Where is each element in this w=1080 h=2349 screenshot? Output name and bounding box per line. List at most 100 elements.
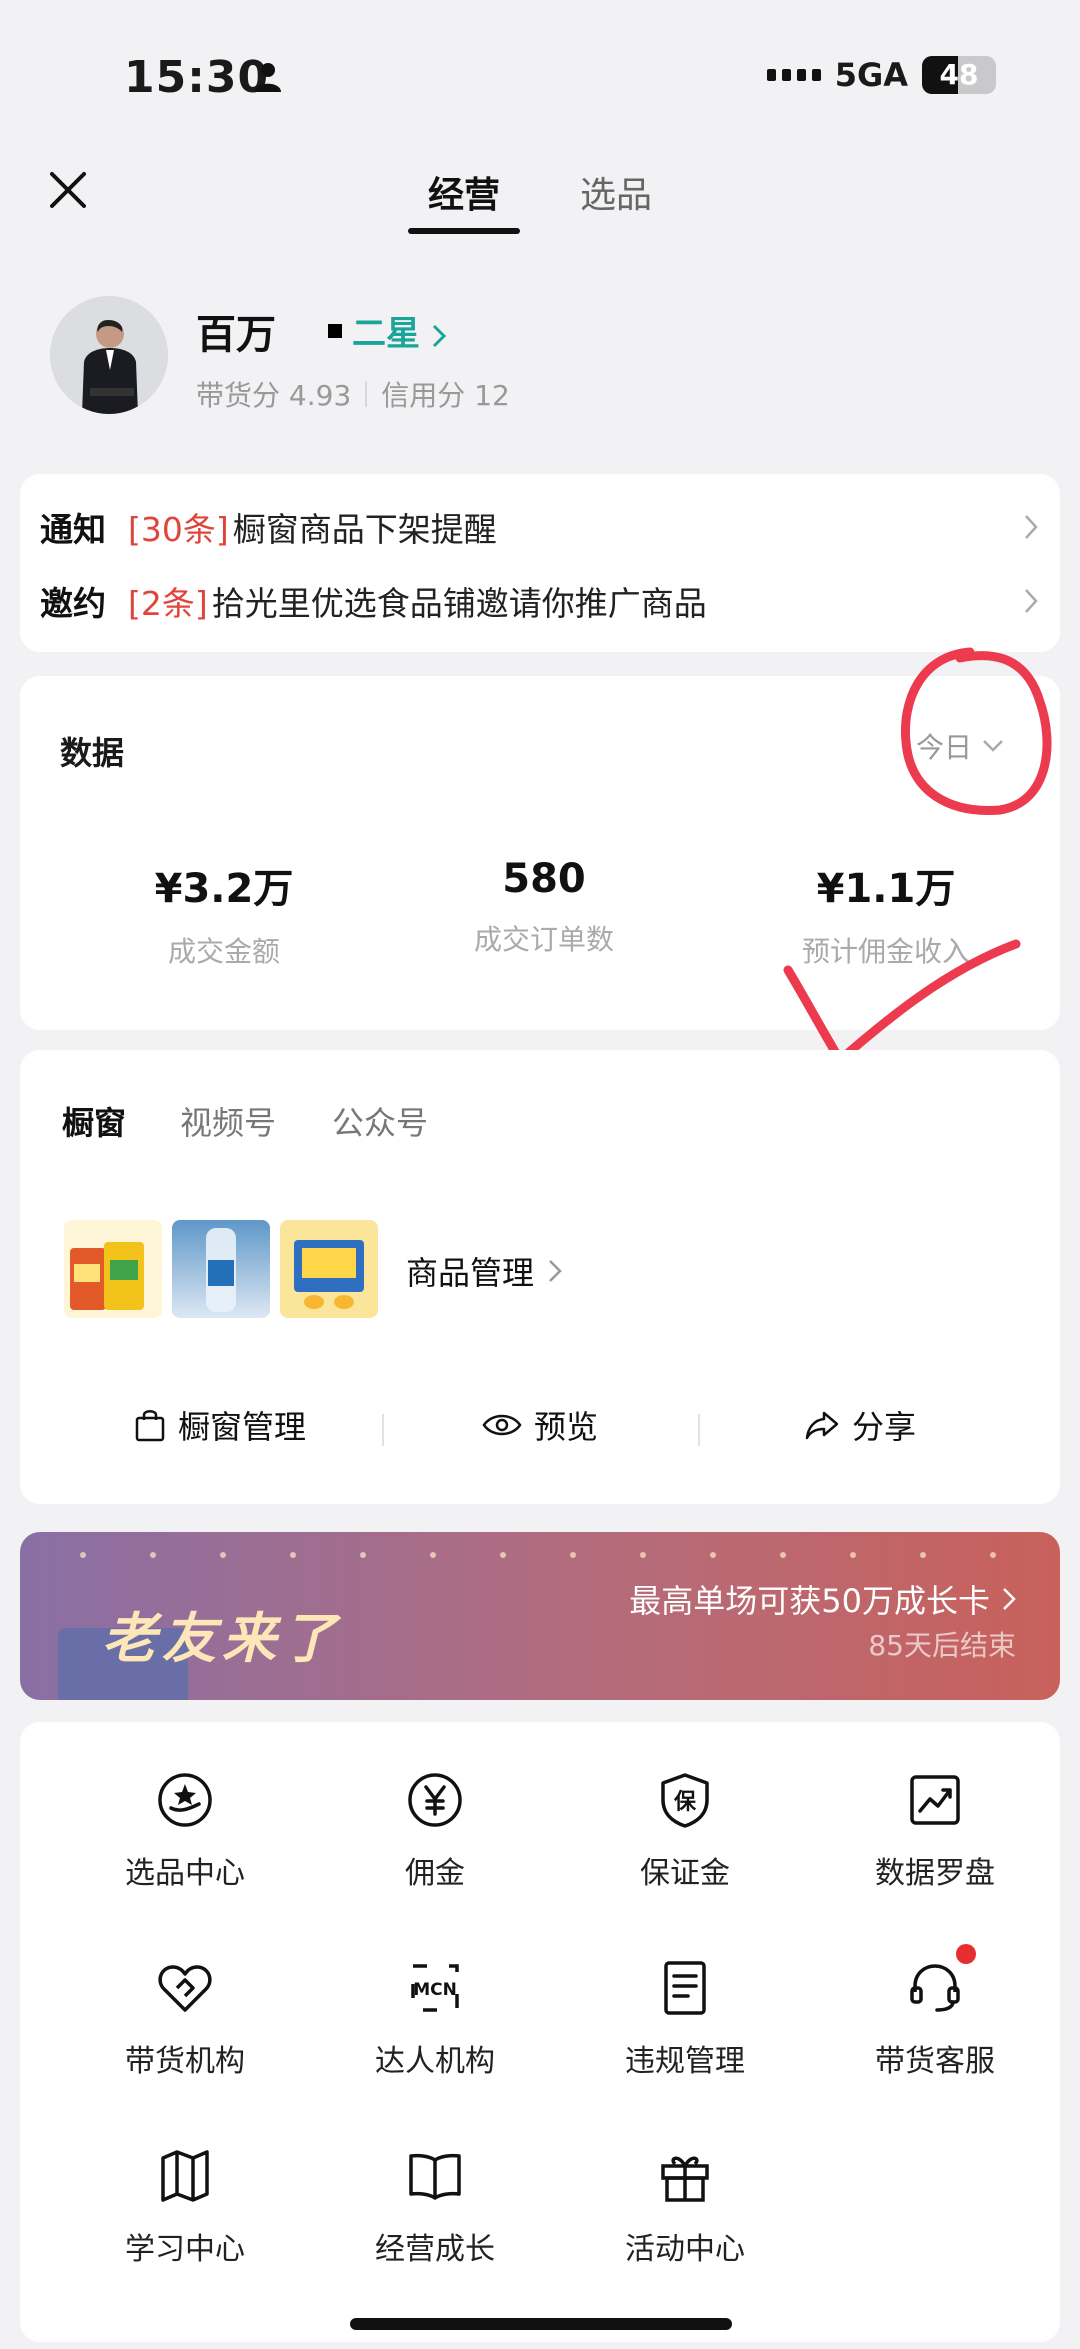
shield-bao-icon: 保 <box>661 1773 709 1828</box>
grid-item-learning-center[interactable]: 学习中心 <box>60 2146 310 2268</box>
notice-count: [2条] <box>128 584 208 623</box>
heart-handshake-icon <box>158 1965 212 2012</box>
share-button[interactable]: 分享 <box>804 1402 916 1448</box>
grid-item-commission[interactable]: 佣金 <box>310 1770 560 1892</box>
grid-item-label: 经营成长 <box>375 2232 495 2267</box>
data-title: 数据 <box>60 734 125 772</box>
profile-scores: 带货分 4.93 信用分 12 <box>196 374 510 414</box>
grid-item-label: 学习中心 <box>125 2232 245 2267</box>
home-indicator[interactable] <box>350 2318 732 2330</box>
feature-grid: 选品中心 佣金 保 保证金 数据罗盘 带货机构 MCN 达人机构 违规管理 带货… <box>20 1722 1060 2342</box>
level-badge[interactable]: 二星 <box>352 306 446 355</box>
tab-operations[interactable]: 经营 <box>428 166 500 218</box>
notification-dot <box>956 1944 976 1964</box>
chevron-right-icon <box>432 324 446 347</box>
document-icon <box>664 1961 706 2015</box>
grid-item-label: 带货机构 <box>125 2044 245 2079</box>
svg-text:MCN: MCN <box>413 1980 457 2000</box>
shop-card: 橱窗 视频号 公众号 商品管理 橱窗管理 预览 分享 <box>20 1050 1060 1504</box>
score-value: 4.93 <box>288 379 352 412</box>
notice-count: [30条] <box>128 510 229 549</box>
tab-showcase[interactable]: 橱窗 <box>62 1098 126 1144</box>
grid-item-data-compass[interactable]: 数据罗盘 <box>810 1770 1060 1892</box>
product-selection-icon <box>158 1773 212 1827</box>
grid-item-mcn[interactable]: MCN 达人机构 <box>310 1958 560 2080</box>
stat-label: 成交订单数 <box>473 923 614 956</box>
grid-item-violation[interactable]: 违规管理 <box>560 1958 810 2080</box>
chevron-right-icon <box>1003 1588 1016 1610</box>
person-icon <box>255 63 281 92</box>
close-icon[interactable] <box>44 166 92 214</box>
notice-row-notification[interactable]: 通知 [30条] 橱窗商品下架提醒 <box>40 502 1040 552</box>
notice-text: 拾光里优选食品铺邀请你推广商品 <box>211 584 707 623</box>
stat-value: 580 <box>502 856 586 902</box>
svg-text:保: 保 <box>673 1790 697 1815</box>
chevron-right-icon <box>1025 589 1038 613</box>
redaction-mark <box>328 324 342 338</box>
stat-gmv[interactable]: ¥3.2万 成交金额 <box>74 856 374 970</box>
notice-text: 橱窗商品下架提醒 <box>232 510 497 549</box>
grid-item-label: 保证金 <box>640 1856 730 1891</box>
tab-product-selection[interactable]: 选品 <box>580 166 652 218</box>
headset-icon <box>910 1964 960 2012</box>
preview-button[interactable]: 预览 <box>482 1402 598 1448</box>
product-thumbnail[interactable] <box>280 1220 378 1318</box>
battery-level: 48 <box>939 58 979 91</box>
grid-item-sales-agency[interactable]: 带货机构 <box>60 1958 310 2080</box>
grid-item-product-selection[interactable]: 选品中心 <box>60 1770 310 1892</box>
grid-item-label: 选品中心 <box>125 1856 245 1891</box>
avatar-image <box>50 296 168 414</box>
grid-item-customer-service[interactable]: 带货客服 <box>810 1958 1060 2080</box>
showcase-manage-button[interactable]: 橱窗管理 <box>134 1402 306 1448</box>
grid-item-activity-center[interactable]: 活动中心 <box>560 2146 810 2268</box>
tab-channels[interactable]: 视频号 <box>180 1098 276 1144</box>
credit-value: 12 <box>474 379 510 412</box>
promo-banner[interactable]: 老友来了 最高单场可获50万成长卡 85天后结束 <box>20 1532 1060 1700</box>
stat-orders[interactable]: 580 成交订单数 <box>394 856 694 958</box>
divider <box>365 381 368 407</box>
signal-icon <box>766 69 821 81</box>
status-bar: 15:30 5GA 48 <box>0 0 1080 140</box>
product-thumbnail[interactable] <box>172 1220 270 1318</box>
hand-drawn-circle-annotation <box>900 647 1052 815</box>
status-time: 15:30 <box>124 52 270 103</box>
score-label: 带货分 <box>196 379 281 412</box>
trend-chart-icon <box>910 1775 960 1825</box>
action-label: 预览 <box>534 1408 599 1446</box>
gift-icon <box>661 2156 709 2202</box>
yen-coin-icon <box>408 1773 462 1827</box>
chevron-right-icon <box>549 1260 562 1282</box>
grid-item-deposit[interactable]: 保 保证金 <box>560 1770 810 1892</box>
divider <box>382 1414 384 1446</box>
active-tab-indicator <box>408 228 520 234</box>
tab-official-account[interactable]: 公众号 <box>332 1098 428 1144</box>
banner-decoration <box>20 1552 1060 1562</box>
product-thumbnail[interactable] <box>64 1220 162 1318</box>
grid-item-label: 达人机构 <box>375 2044 495 2079</box>
shopping-bag-icon <box>135 1410 165 1442</box>
eye-icon <box>482 1414 522 1436</box>
grid-item-label: 佣金 <box>405 1856 465 1891</box>
product-management-link[interactable]: 商品管理 <box>406 1248 562 1294</box>
banner-countdown: 85天后结束 <box>868 1629 1016 1662</box>
notice-tag: 邀约 <box>40 584 106 623</box>
banner-subtitle-text: 最高单场可获50万成长卡 <box>629 1582 990 1620</box>
action-label: 橱窗管理 <box>178 1408 307 1446</box>
divider <box>698 1414 700 1446</box>
banner-title: 老友来了 <box>102 1607 342 1670</box>
grid-item-business-growth[interactable]: 经营成长 <box>310 2146 560 2268</box>
level-label: 二星 <box>352 314 420 354</box>
avatar[interactable] <box>50 296 168 414</box>
action-label: 分享 <box>852 1408 917 1446</box>
credit-label: 信用分 <box>381 379 466 412</box>
battery-icon: 48 <box>922 56 996 94</box>
profile-name: 百万 <box>196 312 276 358</box>
banner-subtitle: 最高单场可获50万成长卡 <box>629 1576 1016 1622</box>
map-book-icon <box>161 2150 209 2202</box>
notice-row-invitation[interactable]: 邀约 [2条] 拾光里优选食品铺邀请你推广商品 <box>40 576 1040 626</box>
notice-tag: 通知 <box>40 510 106 549</box>
stat-value: ¥1.1万 <box>816 866 956 912</box>
stat-value: ¥3.2万 <box>154 866 294 912</box>
product-thumbnails[interactable] <box>64 1220 378 1318</box>
chevron-right-icon <box>1025 515 1038 539</box>
